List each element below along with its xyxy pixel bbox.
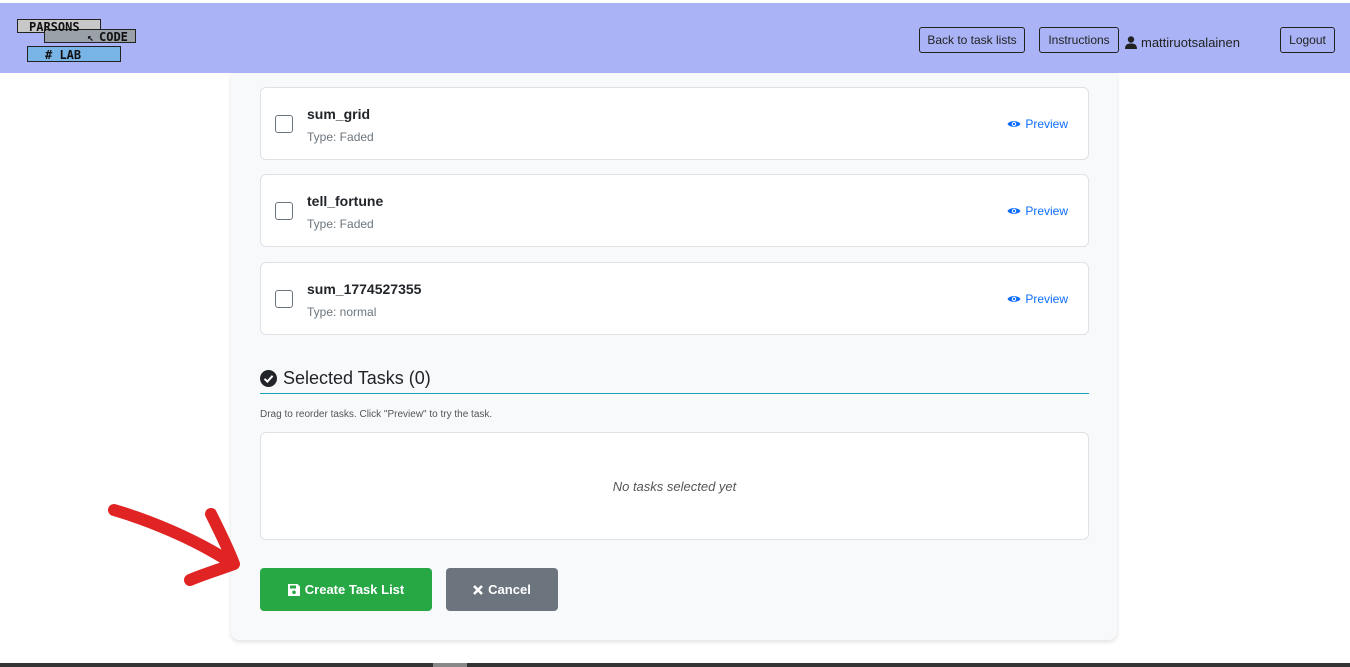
task-type: Type: Faded bbox=[307, 217, 374, 231]
task-checkbox[interactable] bbox=[275, 290, 293, 308]
bottom-edge bbox=[0, 663, 1350, 667]
eye-icon bbox=[1007, 296, 1021, 302]
back-to-task-lists-button[interactable]: Back to task lists bbox=[919, 27, 1025, 53]
task-item: tell_fortune Type: Faded Preview bbox=[260, 174, 1089, 247]
task-name: sum_grid bbox=[307, 106, 371, 122]
save-icon bbox=[287, 583, 300, 596]
navbar: PARSONS ↖ CODE # LAB Back to task lists … bbox=[0, 3, 1350, 73]
instructions-button[interactable]: Instructions bbox=[1039, 27, 1119, 53]
preview-link[interactable]: Preview bbox=[1007, 204, 1068, 218]
task-item: sum_grid Type: Faded Preview bbox=[260, 87, 1089, 160]
preview-label: Preview bbox=[1025, 292, 1068, 306]
eye-icon bbox=[1007, 208, 1021, 214]
task-type: Type: normal bbox=[307, 305, 377, 319]
user-menu: mattiruotsalainen bbox=[1125, 33, 1240, 51]
task-name: sum_1774527355 bbox=[307, 281, 422, 297]
eye-icon bbox=[1007, 121, 1021, 127]
logo-text: CODE bbox=[99, 30, 128, 44]
logo-text: PARSONS bbox=[29, 20, 80, 34]
task-list-card: sum_grid Type: Faded Preview tell_fortun… bbox=[231, 73, 1117, 640]
reorder-hint: Drag to reorder tasks. Click "Preview" t… bbox=[260, 409, 493, 420]
logout-button[interactable]: Logout bbox=[1280, 27, 1335, 53]
parsons-code-lab-logo[interactable]: PARSONS ↖ CODE # LAB bbox=[17, 19, 139, 65]
preview-label: Preview bbox=[1025, 117, 1068, 131]
task-item: sum_1774527355 Type: normal Preview bbox=[260, 262, 1089, 335]
bottom-edge-segment bbox=[433, 663, 467, 667]
username: mattiruotsalainen bbox=[1141, 34, 1240, 50]
annotation-arrow bbox=[108, 504, 240, 586]
empty-state-text: No tasks selected yet bbox=[612, 478, 737, 494]
selected-tasks-heading: Selected Tasks (0) bbox=[260, 364, 1089, 394]
preview-link[interactable]: Preview bbox=[1007, 292, 1068, 306]
preview-link[interactable]: Preview bbox=[1007, 117, 1068, 131]
selected-tasks-title: Selected Tasks (0) bbox=[283, 368, 431, 388]
task-name: tell_fortune bbox=[307, 193, 384, 209]
create-label: Create Task List bbox=[304, 582, 405, 597]
create-task-list-button[interactable]: Create Task List bbox=[260, 568, 432, 611]
task-type: Type: Faded bbox=[307, 130, 374, 144]
task-checkbox[interactable] bbox=[275, 202, 293, 220]
cursor-icon: ↖ bbox=[87, 31, 94, 44]
user-icon bbox=[1125, 35, 1137, 49]
cancel-button[interactable]: Cancel bbox=[446, 568, 558, 611]
times-icon bbox=[473, 584, 484, 595]
preview-label: Preview bbox=[1025, 204, 1068, 218]
check-circle-icon bbox=[260, 370, 277, 387]
selected-tasks-dropzone[interactable]: No tasks selected yet bbox=[260, 432, 1089, 540]
cancel-label: Cancel bbox=[488, 582, 531, 597]
task-checkbox[interactable] bbox=[275, 115, 293, 133]
logo-text: # LAB bbox=[45, 48, 82, 62]
